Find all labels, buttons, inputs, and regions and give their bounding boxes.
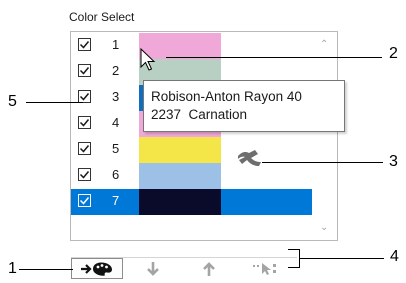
callout-line-2 <box>166 57 382 58</box>
move-up-button[interactable] <box>183 258 235 279</box>
callout-label-3: 3 <box>389 153 398 170</box>
row-number: 1 <box>112 37 120 52</box>
callout-line-1 <box>19 269 73 270</box>
select-region-icon <box>253 262 276 275</box>
row-number: 3 <box>112 89 120 104</box>
callout-line-3 <box>262 162 383 163</box>
row-checkbox[interactable] <box>78 168 91 181</box>
checkmark-icon <box>79 93 90 101</box>
tooltip-thread-name: Robison-Anton Rayon 40 <box>151 89 302 104</box>
assign-color-button[interactable] <box>71 258 123 279</box>
move-down-button[interactable] <box>127 258 179 279</box>
callout-label-1: 1 <box>8 260 17 277</box>
color-list[interactable]: 1 2 3 4 5 6 7 ⌃ ⌄ <box>70 31 338 241</box>
row-checkbox[interactable] <box>78 64 91 77</box>
callout-label-5: 5 <box>8 93 17 110</box>
color-swatch <box>139 189 221 215</box>
row-checkbox[interactable] <box>78 116 91 129</box>
row-number: 5 <box>112 141 120 156</box>
row-number: 6 <box>112 167 120 182</box>
thread-tag-icon <box>238 150 261 166</box>
row-checkbox[interactable] <box>78 38 91 51</box>
callout-label-2: 2 <box>389 45 398 62</box>
color-row[interactable]: 5 <box>71 137 312 163</box>
checkmark-icon <box>79 171 90 179</box>
row-number: 7 <box>112 193 120 208</box>
color-row[interactable]: 1 <box>71 33 312 59</box>
checkmark-icon <box>79 41 90 49</box>
checkmark-icon <box>79 197 90 205</box>
thread-tooltip: Robison-Anton Rayon 40 2237 Carnation <box>143 80 345 132</box>
scroll-down-icon[interactable]: ⌄ <box>320 222 328 233</box>
color-swatch <box>139 137 221 163</box>
toolbar <box>71 257 297 279</box>
assign-color-icon <box>81 262 112 276</box>
checkmark-icon <box>79 67 90 75</box>
arrow-down-icon <box>147 261 159 276</box>
select-region-button[interactable] <box>239 258 291 279</box>
row-checkbox[interactable] <box>78 142 91 155</box>
color-row[interactable]: 6 <box>71 163 312 189</box>
callout-line-4 <box>300 258 384 259</box>
tooltip-thread-code: 2237 Carnation <box>151 107 248 122</box>
checkmark-icon <box>79 119 90 127</box>
row-number: 4 <box>112 115 120 130</box>
row-checkbox[interactable] <box>78 194 91 207</box>
cursor-icon <box>140 48 156 71</box>
scrollbar[interactable]: ⌃ ⌄ <box>313 33 337 239</box>
row-number: 2 <box>112 63 120 78</box>
callout-bracket-4-bottom <box>288 267 300 268</box>
arrow-up-icon <box>203 261 215 276</box>
callout-label-4: 4 <box>390 248 399 265</box>
color-select-title: Color Select <box>69 10 135 24</box>
scroll-up-icon[interactable]: ⌃ <box>320 39 328 50</box>
checkmark-icon <box>79 145 90 153</box>
color-row[interactable]: 7 <box>71 189 312 215</box>
color-swatch <box>139 163 221 189</box>
callout-line-5 <box>26 102 83 103</box>
